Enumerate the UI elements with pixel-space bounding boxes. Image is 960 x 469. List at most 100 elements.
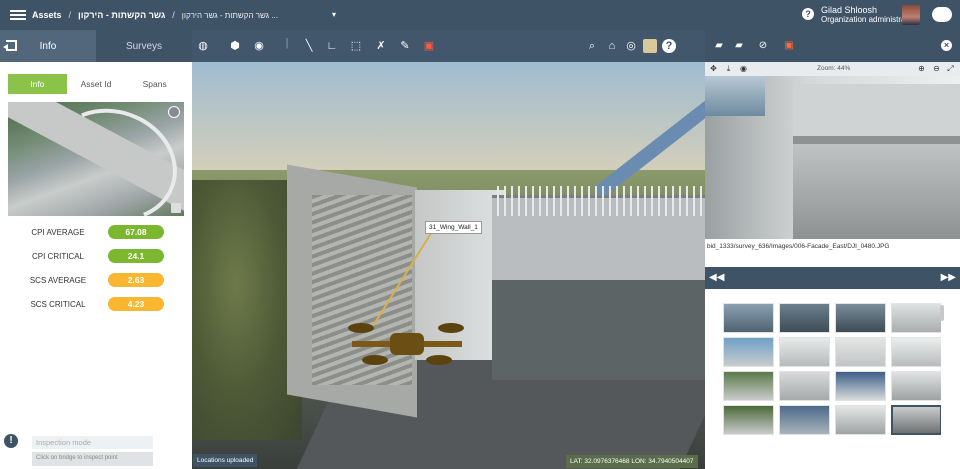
photo-thumbnail[interactable] — [835, 405, 886, 435]
user-role: Organization administrator — [821, 15, 915, 24]
record-icon[interactable]: ▣ — [422, 39, 436, 53]
thumbnail-grid — [723, 303, 941, 439]
breadcrumb-current[interactable]: גשר הקשתות - גשר הירקון ... — [182, 11, 278, 20]
clear-measure-icon[interactable]: ✗ — [374, 39, 388, 53]
inspection-photo[interactable] — [705, 76, 960, 239]
sub-tabs: Info Asset Id Spans — [8, 74, 184, 94]
zoom-level: Zoom: 44% — [817, 65, 851, 72]
photo-thumbnail[interactable] — [723, 303, 774, 333]
zoom-out-icon[interactable]: ⊖ — [932, 64, 941, 73]
metric-label: SCS CRITICAL — [30, 299, 86, 309]
element-label[interactable]: 31_Wing_Wall_1 — [425, 221, 482, 234]
photo-thumbnail[interactable] — [891, 337, 941, 367]
right-panel: ▰ ▰ ⊘ ▣ × ✥ ⤓ ◉ Zoom: 44% ⊕ ⊖ ⤢ bid_1333… — [705, 30, 960, 469]
drone-model[interactable] — [348, 315, 464, 375]
next-icon[interactable]: ▶▶ — [941, 273, 956, 283]
photo-thumbnail[interactable] — [891, 371, 941, 401]
metric-value: 4.23 — [108, 297, 164, 311]
chat-icon[interactable] — [932, 7, 952, 22]
zoom-in-icon[interactable]: ⊕ — [917, 64, 926, 73]
subtab-asset-id[interactable]: Asset Id — [67, 74, 126, 94]
chevron-down-icon[interactable]: ▾ — [332, 10, 336, 19]
image-controls: ✥ ⤓ ◉ Zoom: 44% ⊕ ⊖ ⤢ — [705, 62, 960, 76]
tab-surveys[interactable]: Surveys — [96, 30, 192, 62]
inspection-mode-input[interactable]: Inspection mode — [32, 436, 153, 449]
eye-icon[interactable]: ◉ — [739, 64, 748, 73]
metric-value: 67.08 — [108, 225, 164, 239]
metric-row: SCS CRITICAL 4.23 — [8, 292, 184, 316]
ban-icon[interactable]: ⊘ — [757, 40, 769, 51]
download-icon[interactable] — [171, 203, 181, 213]
metric-label: CPI CRITICAL — [31, 251, 84, 261]
edit-icon[interactable] — [168, 106, 180, 118]
photo-thumbnail[interactable] — [779, 405, 830, 435]
subtab-info[interactable]: Info — [8, 74, 67, 94]
search-icon[interactable]: ⌕ — [585, 39, 599, 53]
tab-surveys-label: Surveys — [125, 40, 163, 52]
avatar[interactable] — [902, 5, 920, 25]
measure-area-icon[interactable]: ⬚ — [349, 39, 363, 53]
inspection-alert-icon[interactable]: ! — [4, 434, 18, 448]
measure-angle-icon[interactable]: ∟ — [325, 39, 339, 53]
globe-view-icon[interactable]: ◎ — [624, 39, 638, 53]
left-tabs: Info Surveys — [0, 30, 192, 62]
download-icon[interactable]: ⤓ — [724, 64, 733, 73]
drone-rotor — [426, 355, 452, 365]
user-info[interactable]: Gilad Shloosh Organization administrator — [821, 5, 915, 25]
measure-line-icon[interactable]: ╲ — [302, 39, 316, 53]
photo-thumbnail[interactable] — [723, 371, 774, 401]
folder-add-icon[interactable]: ▰ — [733, 40, 745, 51]
photo-thumbnail[interactable] — [779, 371, 830, 401]
previous-icon[interactable]: ◀◀ — [709, 273, 724, 283]
scrollbar[interactable] — [940, 305, 944, 321]
image-nav: ◀◀ ▶▶ — [705, 267, 960, 289]
annotate-icon[interactable]: ✎ — [398, 39, 412, 53]
subtab-spans[interactable]: Spans — [125, 74, 184, 94]
status-badge: Locations uploaded — [193, 454, 258, 467]
breadcrumb-assets[interactable]: Assets — [32, 10, 62, 20]
close-icon[interactable]: × — [941, 40, 952, 51]
metric-value: 24.1 — [108, 249, 164, 263]
image-toolbar: ▰ ▰ ⊘ ▣ × — [705, 30, 960, 62]
bridge-railing — [497, 186, 705, 216]
metric-label: CPI AVERAGE — [31, 227, 85, 237]
fullscreen-icon[interactable]: ⤢ — [946, 64, 955, 73]
crop-icon[interactable]: ▣ — [783, 40, 795, 51]
eye-icon[interactable]: ◉ — [252, 39, 266, 53]
photo-thumbnail[interactable] — [779, 337, 830, 367]
drone-rotor — [438, 323, 464, 333]
metric-row: SCS AVERAGE 2.63 — [8, 268, 184, 292]
folder-open-icon[interactable]: ▰ — [713, 40, 725, 51]
home-icon[interactable]: ⌂ — [605, 39, 619, 53]
globe-icon[interactable]: ◍ — [196, 39, 210, 53]
metric-row: CPI AVERAGE 67.08 — [8, 220, 184, 244]
photo-thumbnail[interactable] — [723, 337, 774, 367]
photo-thumbnail[interactable] — [835, 303, 886, 333]
sign-in-icon[interactable] — [3, 40, 17, 51]
photo-thumbnail[interactable] — [891, 405, 941, 435]
photo-thumbnail[interactable] — [779, 303, 830, 333]
drone-rotor — [348, 323, 374, 333]
left-panel: Info Surveys Info Asset Id Spans CPI AVE… — [0, 30, 192, 469]
breadcrumb-bridge[interactable]: גשר הקשתות - הירקון — [78, 10, 165, 20]
cube-icon[interactable]: ⬢ — [228, 39, 242, 53]
coordinates: LAT: 32.0976376468 LON: 34.7940504407 — [566, 455, 698, 468]
expand-icon[interactable]: ✥ — [709, 64, 718, 73]
photo-thumbnail[interactable] — [835, 337, 886, 367]
metric-row: CPI CRITICAL 24.1 — [8, 244, 184, 268]
3d-viewer[interactable]: 31_Wing_Wall_1 ◍ ⬢ ◉ | ╲ ∟ ⬚ ✗ ✎ ▣ ⌕ ⌂ ◎… — [192, 30, 705, 469]
hamburger-menu-icon[interactable] — [10, 10, 26, 20]
photo-thumbnail[interactable] — [835, 371, 886, 401]
drone-body — [390, 333, 424, 355]
trees — [192, 180, 302, 440]
photo-thumbnail[interactable] — [891, 303, 941, 333]
user-name: Gilad Shloosh — [821, 5, 878, 15]
help-icon[interactable]: ? — [802, 8, 814, 20]
map-layer-icon[interactable] — [643, 39, 657, 53]
help-icon[interactable]: ? — [662, 39, 676, 53]
metric-label: SCS AVERAGE — [29, 275, 87, 285]
photo-slab — [793, 84, 960, 144]
breadcrumb-separator: / — [172, 10, 175, 20]
photo-thumbnail[interactable] — [723, 405, 774, 435]
tab-info[interactable]: Info — [0, 30, 96, 62]
